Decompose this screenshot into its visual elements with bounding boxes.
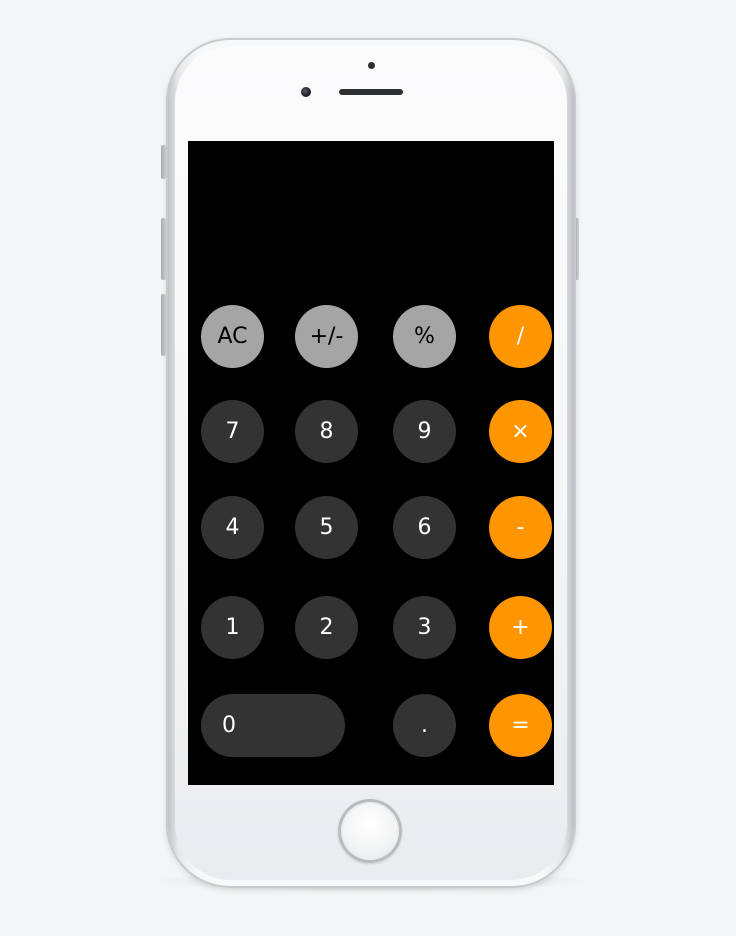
percent-button[interactable]: %	[393, 305, 456, 368]
digit-1-button[interactable]: 1	[201, 596, 264, 659]
divide-button[interactable]: /	[489, 305, 552, 368]
add-button[interactable]: +	[489, 596, 552, 659]
digit-6-button[interactable]: 6	[393, 496, 456, 559]
stage: AC +/- % / 7 8 9 × 4 5 6 - 1 2 3 + 0 . =	[0, 0, 736, 936]
front-camera-icon	[301, 87, 311, 97]
multiply-button[interactable]: ×	[489, 400, 552, 463]
digit-2-button[interactable]: 2	[295, 596, 358, 659]
sign-toggle-button[interactable]: +/-	[295, 305, 358, 368]
decimal-button[interactable]: .	[393, 694, 456, 757]
subtract-button[interactable]: -	[489, 496, 552, 559]
digit-4-button[interactable]: 4	[201, 496, 264, 559]
digit-0-button[interactable]: 0	[201, 694, 345, 757]
digit-9-button[interactable]: 9	[393, 400, 456, 463]
proximity-sensor-icon	[368, 62, 375, 69]
ac-button[interactable]: AC	[201, 305, 264, 368]
calculator-screen: AC +/- % / 7 8 9 × 4 5 6 - 1 2 3 + 0 . =	[188, 141, 554, 785]
digit-5-button[interactable]: 5	[295, 496, 358, 559]
digit-7-button[interactable]: 7	[201, 400, 264, 463]
digit-8-button[interactable]: 8	[295, 400, 358, 463]
home-button-icon[interactable]	[338, 799, 402, 863]
equals-button[interactable]: =	[489, 694, 552, 757]
digit-3-button[interactable]: 3	[393, 596, 456, 659]
earpiece-speaker-icon	[339, 89, 403, 95]
